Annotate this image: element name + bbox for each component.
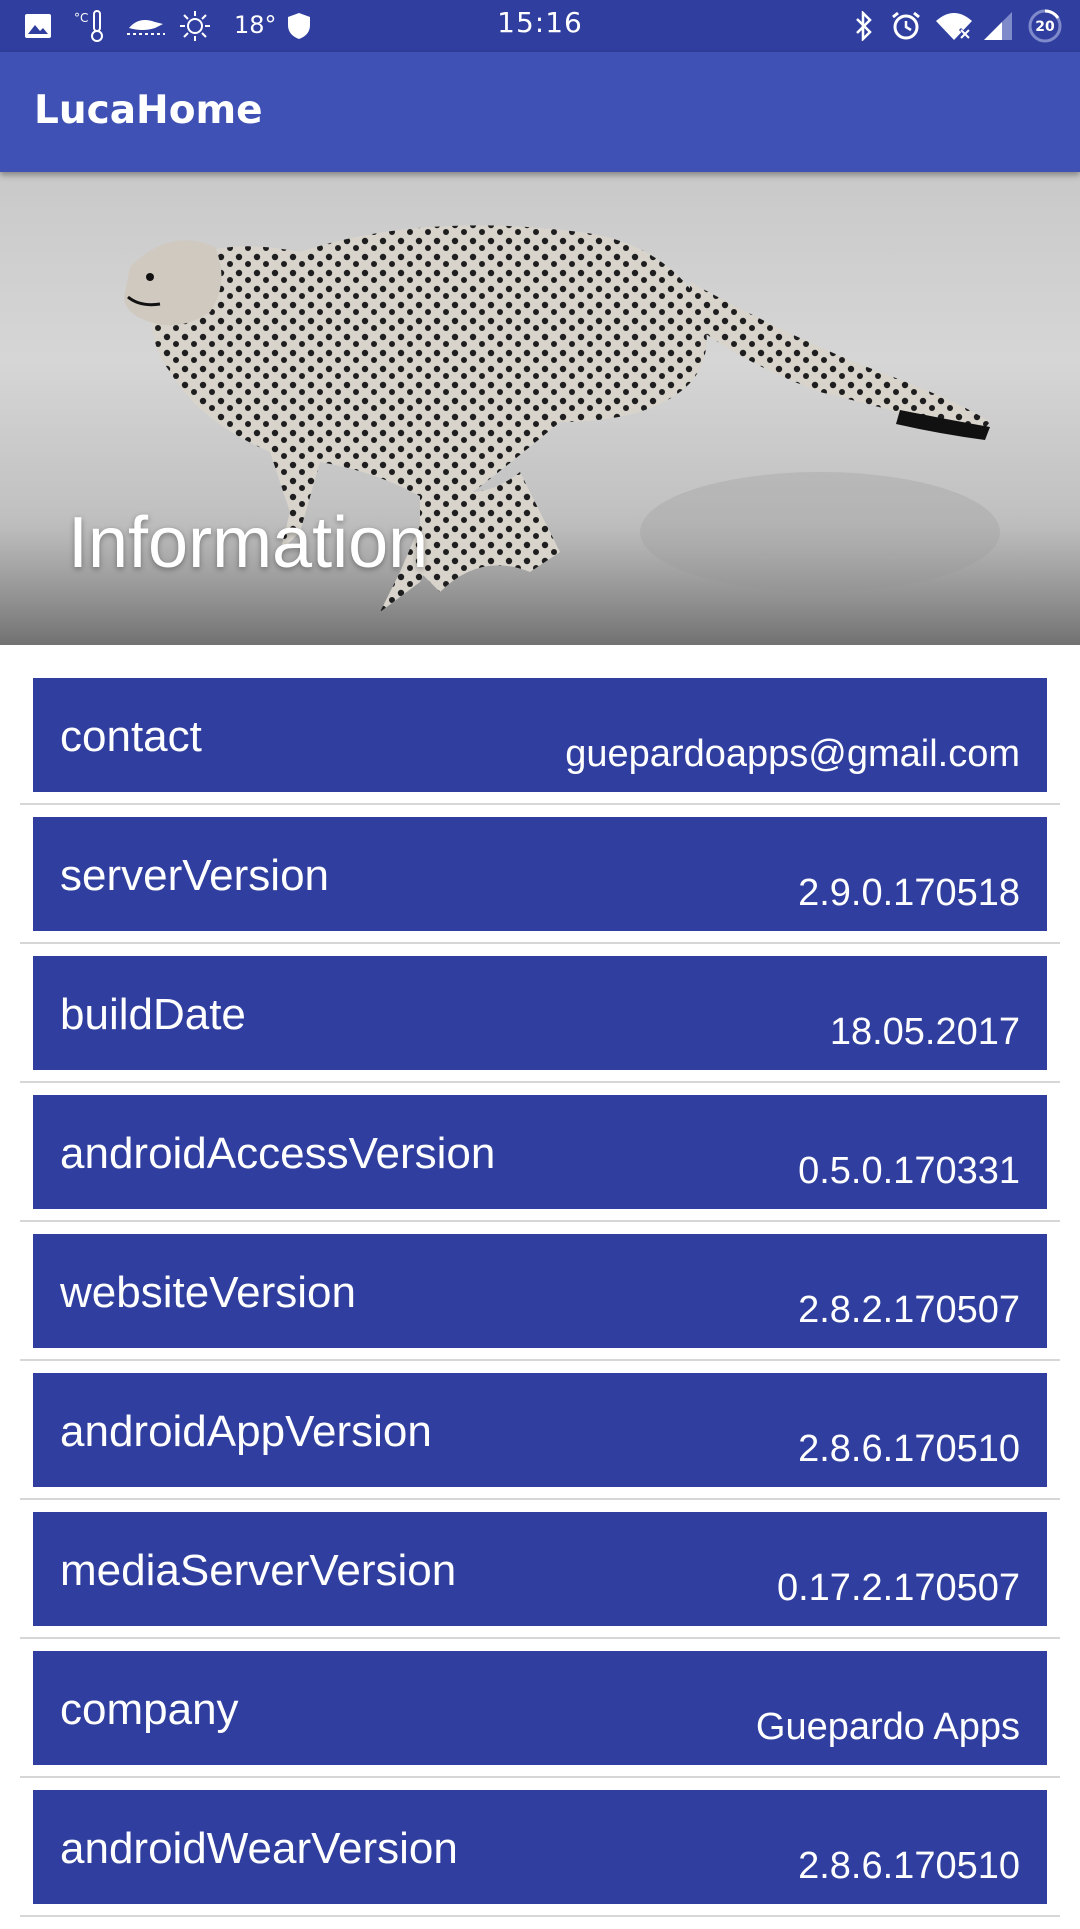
- info-card[interactable]: androidAppVersion 2.8.6.170510: [33, 1373, 1047, 1487]
- bluetooth-icon: [850, 10, 878, 42]
- info-key: androidAccessVersion: [60, 1129, 496, 1178]
- info-key: websiteVersion: [60, 1268, 356, 1317]
- info-value: 0.17.2.170507: [776, 1567, 1020, 1609]
- info-key: mediaServerVersion: [60, 1546, 457, 1595]
- header-title: Information: [68, 503, 429, 583]
- info-row-media-server-version[interactable]: mediaServerVersion 0.17.2.170507: [0, 1512, 1080, 1651]
- info-value: guepardoapps@gmail.com: [565, 733, 1020, 775]
- info-row-android-app-version[interactable]: androidAppVersion 2.8.6.170510: [0, 1373, 1080, 1512]
- info-row-android-access-version[interactable]: androidAccessVersion 0.5.0.170331: [0, 1095, 1080, 1234]
- info-card[interactable]: mediaServerVersion 0.17.2.170507: [33, 1512, 1047, 1626]
- info-value: Guepardo Apps: [755, 1706, 1020, 1748]
- list-divider: [20, 1220, 1060, 1222]
- info-value: 2.8.6.170510: [798, 1845, 1020, 1887]
- info-card[interactable]: androidWearVersion 2.8.6.170510: [33, 1790, 1047, 1904]
- app-title: LucaHome: [34, 88, 263, 133]
- list-divider: [20, 1498, 1060, 1500]
- info-card[interactable]: company Guepardo Apps: [33, 1651, 1047, 1765]
- info-value: 2.9.0.170518: [798, 872, 1020, 914]
- info-key: serverVersion: [60, 851, 330, 900]
- list-divider: [20, 1359, 1060, 1361]
- info-key: buildDate: [60, 990, 246, 1039]
- alarm-icon: [888, 10, 924, 42]
- battery-icon: 20: [1026, 9, 1064, 43]
- list-divider: [20, 1637, 1060, 1639]
- list-divider: [20, 1915, 1060, 1917]
- info-value: 2.8.6.170510: [798, 1428, 1020, 1470]
- info-key: androidAppVersion: [60, 1407, 432, 1456]
- list-divider: [20, 1081, 1060, 1083]
- app-bar: LucaHome: [0, 52, 1080, 172]
- info-card[interactable]: serverVersion 2.9.0.170518: [33, 817, 1047, 931]
- status-bar: °C 18° 15:16 20: [0, 0, 1080, 52]
- info-card[interactable]: buildDate 18.05.2017: [33, 956, 1047, 1070]
- list-divider: [20, 942, 1060, 944]
- header-image: Information: [0, 172, 1080, 645]
- info-row-android-wear-version[interactable]: androidWearVersion 2.8.6.170510: [0, 1790, 1080, 1929]
- info-row-company[interactable]: company Guepardo Apps: [0, 1651, 1080, 1790]
- info-row-build-date[interactable]: buildDate 18.05.2017: [0, 956, 1080, 1095]
- info-list: contact guepardoapps@gmail.com serverVer…: [0, 678, 1080, 1929]
- info-value: 2.8.2.170507: [798, 1289, 1020, 1331]
- signal-icon: [980, 10, 1016, 42]
- svg-text:20: 20: [1035, 19, 1055, 35]
- info-value: 0.5.0.170331: [798, 1150, 1020, 1192]
- info-row-server-version[interactable]: serverVersion 2.9.0.170518: [0, 817, 1080, 956]
- info-value: 18.05.2017: [829, 1011, 1020, 1053]
- wifi-icon: [934, 10, 974, 42]
- info-row-website-version[interactable]: websiteVersion 2.8.2.170507: [0, 1234, 1080, 1373]
- info-key: contact: [60, 712, 202, 761]
- info-card[interactable]: contact guepardoapps@gmail.com: [33, 678, 1047, 792]
- list-divider: [20, 803, 1060, 805]
- info-key: company: [60, 1685, 239, 1734]
- info-card[interactable]: androidAccessVersion 0.5.0.170331: [33, 1095, 1047, 1209]
- list-divider: [20, 1776, 1060, 1778]
- info-card[interactable]: websiteVersion 2.8.2.170507: [33, 1234, 1047, 1348]
- info-row-contact[interactable]: contact guepardoapps@gmail.com: [0, 678, 1080, 817]
- info-key: androidWearVersion: [60, 1824, 458, 1873]
